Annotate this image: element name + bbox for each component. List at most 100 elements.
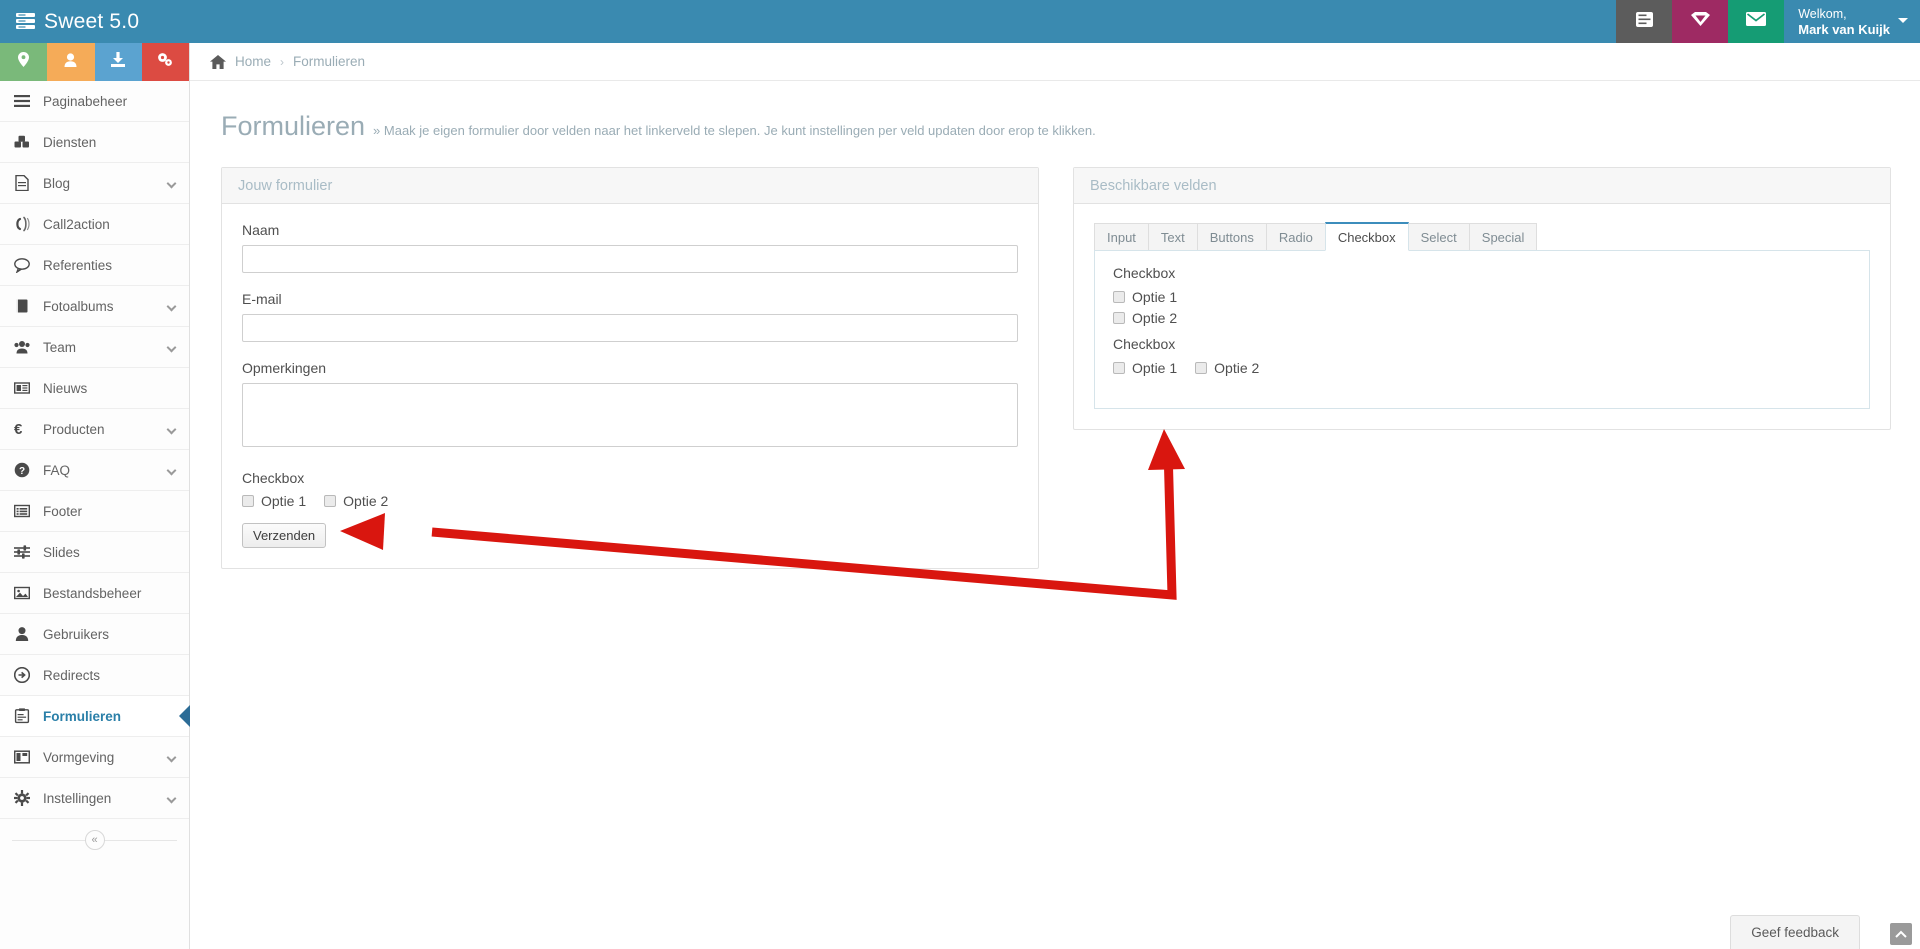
user-icon bbox=[14, 626, 40, 642]
page-header: Formulieren » Maak je eigen formulier do… bbox=[190, 81, 1920, 142]
sidebar-item-gebruikers[interactable]: Gebruikers bbox=[0, 614, 189, 655]
sidebar-item-referenties[interactable]: Referenties bbox=[0, 245, 189, 286]
svg-text:?: ? bbox=[19, 466, 25, 477]
cubes-icon bbox=[14, 134, 40, 150]
brand-logo[interactable]: Sweet 5.0 bbox=[0, 0, 190, 43]
sidebar-item-team[interactable]: Team bbox=[0, 327, 189, 368]
sidebar-collapse-toggle[interactable]: « bbox=[0, 819, 189, 861]
checkbox-icon[interactable] bbox=[1113, 362, 1125, 374]
tab-input[interactable]: Input bbox=[1094, 223, 1149, 250]
checkbox-option[interactable]: Optie 2 bbox=[1195, 360, 1259, 376]
checkbox-option[interactable]: Optie 2 bbox=[324, 493, 388, 509]
chevron-down-icon bbox=[166, 752, 177, 763]
newspaper-icon bbox=[14, 380, 40, 396]
chevron-down-icon bbox=[1898, 18, 1908, 23]
checkbox-label: Optie 2 bbox=[1214, 360, 1260, 376]
sidebar-item-vormgeving[interactable]: Vormgeving bbox=[0, 737, 189, 778]
available-field-checkbox-group[interactable]: Checkbox Optie 1 Optie 2 bbox=[1113, 265, 1851, 326]
sidebar-item-label: Slides bbox=[43, 544, 80, 560]
sidebar-item-bestandsbeheer[interactable]: Bestandsbeheer bbox=[0, 573, 189, 614]
checkbox-option[interactable]: Optie 1 bbox=[242, 493, 306, 509]
quick-action-download[interactable] bbox=[94, 43, 142, 81]
checkbox-option[interactable]: Optie 1 bbox=[1113, 360, 1177, 376]
home-icon bbox=[210, 54, 226, 69]
sidebar-item-formulieren[interactable]: Formulieren bbox=[0, 696, 190, 737]
sidebar-item-label: Formulieren bbox=[43, 708, 122, 724]
form-field-label: Naam bbox=[242, 222, 280, 238]
sidebar-item-label: Call2action bbox=[43, 216, 110, 232]
field-type-tabs: Input Text Buttons Radio Checkbox Select Speci… bbox=[1094, 222, 1870, 251]
chevron-down-icon bbox=[166, 342, 177, 353]
server-icon bbox=[16, 13, 35, 30]
scroll-to-top-button[interactable] bbox=[1890, 923, 1912, 945]
tab-special[interactable]: Special bbox=[1468, 223, 1538, 250]
checkbox-icon[interactable] bbox=[324, 495, 337, 507]
checkbox-icon[interactable] bbox=[1195, 362, 1208, 374]
tab-checkbox[interactable]: Checkbox bbox=[1324, 222, 1409, 251]
sidebar-item-label: Gebruikers bbox=[43, 626, 110, 642]
database-icon-button[interactable] bbox=[1616, 0, 1673, 43]
map-marker-icon bbox=[18, 52, 30, 72]
form-input-opmerkingen[interactable] bbox=[242, 383, 1018, 447]
form-field-e-mail: E-mail bbox=[242, 291, 1018, 342]
submit-button[interactable]: Verzenden bbox=[242, 523, 327, 548]
sidebar-item-call2action[interactable]: Call2action bbox=[0, 204, 189, 245]
sidebar-item-blog[interactable]: Blog bbox=[0, 163, 189, 204]
breadcrumb-home[interactable]: Home bbox=[235, 54, 271, 69]
sidebar-item-paginabeheer[interactable]: Paginabeheer bbox=[0, 81, 189, 122]
page-title: Formulieren bbox=[221, 111, 366, 141]
available-field-checkbox-group[interactable]: Checkbox Optie 1 Optie 2 bbox=[1113, 336, 1851, 376]
checkbox-icon[interactable] bbox=[1113, 312, 1125, 324]
sidebar-item-producten[interactable]: € Producten bbox=[0, 409, 189, 450]
tab-radio[interactable]: Radio bbox=[1265, 223, 1326, 250]
sidebar-item-label: Vormgeving bbox=[43, 749, 115, 765]
checkbox-option[interactable]: Optie 1 bbox=[1113, 289, 1851, 305]
diamond-icon-button[interactable] bbox=[1672, 0, 1729, 43]
available-field-options: Optie 1 Optie 2 bbox=[1113, 360, 1851, 376]
breadcrumb: Home › Formulieren bbox=[190, 43, 1920, 81]
checkbox-icon[interactable] bbox=[242, 495, 254, 507]
feedback-button[interactable]: Geef feedback bbox=[1730, 915, 1860, 949]
chevron-down-icon bbox=[166, 465, 177, 476]
quick-action-user[interactable] bbox=[47, 43, 95, 81]
euro-icon: € bbox=[14, 420, 23, 438]
breadcrumb-current[interactable]: Formulieren bbox=[293, 54, 365, 69]
chevron-down-icon bbox=[166, 424, 177, 435]
sidebar-item-instellingen[interactable]: Instellingen bbox=[0, 778, 189, 819]
database-icon bbox=[1635, 11, 1653, 32]
user-menu[interactable]: Welkom, Mark van Kuijk bbox=[1784, 0, 1920, 43]
available-fields-heading: Beschikbare velden bbox=[1074, 168, 1890, 204]
envelope-icon-button[interactable] bbox=[1728, 0, 1785, 43]
available-field-group-label: Checkbox bbox=[1113, 336, 1176, 352]
quick-action-map-marker[interactable] bbox=[0, 43, 48, 81]
chevron-down-icon bbox=[166, 301, 177, 312]
users-icon bbox=[14, 339, 40, 355]
sidebar-item-redirects[interactable]: Redirects bbox=[0, 655, 189, 696]
checkbox-icon[interactable] bbox=[1113, 291, 1125, 303]
quick-action-cogs[interactable] bbox=[141, 43, 189, 81]
sidebar-item-diensten[interactable]: Diensten bbox=[0, 122, 189, 163]
sidebar-item-label: Team bbox=[43, 339, 77, 355]
form-input-naam[interactable] bbox=[242, 245, 1018, 273]
form-checkbox-group-label: Checkbox bbox=[242, 470, 305, 486]
chevron-down-icon bbox=[166, 793, 177, 804]
available-fields-panel: Beschikbare velden Input Text Buttons Radio… bbox=[1073, 167, 1891, 430]
tab-buttons[interactable]: Buttons bbox=[1196, 223, 1267, 250]
form-input-e-mail[interactable] bbox=[242, 314, 1018, 342]
sidebar-item-slides[interactable]: Slides bbox=[0, 532, 189, 573]
sidebar-item-label: Referenties bbox=[43, 257, 113, 273]
arrow-circle-right-icon bbox=[14, 667, 40, 683]
cogs-icon bbox=[157, 52, 173, 72]
form-field-label: Opmerkingen bbox=[242, 360, 327, 376]
tab-select[interactable]: Select bbox=[1407, 223, 1470, 250]
sidebar-item-fotoalbums[interactable]: Fotoalbums bbox=[0, 286, 189, 327]
sidebar-item-faq[interactable]: ? FAQ bbox=[0, 450, 189, 491]
checkbox-option[interactable]: Optie 2 bbox=[1113, 310, 1851, 326]
sidebar-item-footer[interactable]: Footer bbox=[0, 491, 189, 532]
sidebar-item-label: FAQ bbox=[43, 462, 71, 478]
tab-text[interactable]: Text bbox=[1147, 223, 1198, 250]
sidebar-item-label: Blog bbox=[43, 175, 71, 191]
sidebar-item-nieuws[interactable]: Nieuws bbox=[0, 368, 189, 409]
collapse-icon: « bbox=[84, 830, 105, 850]
